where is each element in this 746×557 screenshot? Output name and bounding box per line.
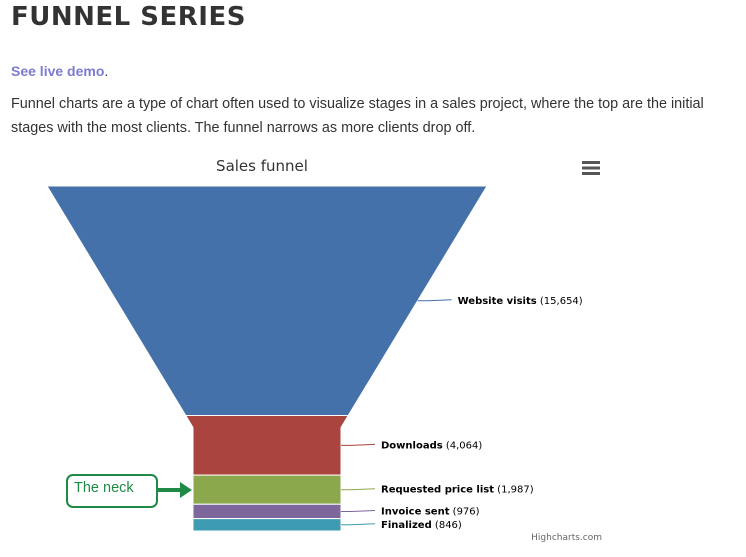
funnel-segment-1[interactable]: [184, 415, 350, 476]
description-text: Funnel charts are a type of chart often …: [11, 96, 704, 136]
see-live-demo-link[interactable]: See live demo: [11, 63, 104, 79]
funnel-connector-3: [341, 509, 376, 512]
funnel-label-1: Downloads (4,064): [381, 440, 482, 451]
highcharts-credits[interactable]: Highcharts.com: [531, 533, 602, 543]
funnel-label-3: Invoice sent (976): [381, 506, 480, 517]
neck-callout-label: The neck: [74, 480, 134, 496]
funnel-label-0: Website visits (15,654): [458, 296, 583, 307]
chart-title: Sales funnel: [216, 157, 308, 175]
demo-suffix: .: [104, 63, 109, 79]
funnel-label-4: Finalized (846): [381, 520, 462, 531]
funnel-segment-2[interactable]: [192, 474, 342, 505]
demo-line: See live demo.: [11, 63, 108, 79]
funnel-connector-1: [341, 443, 376, 446]
funnel-segment-3[interactable]: [192, 503, 342, 520]
funnel-connector-4: [341, 523, 376, 526]
neck-arrow-icon: [158, 482, 192, 498]
page-heading: FUNNEL SERIES: [11, 2, 246, 32]
funnel-segment-4[interactable]: [192, 518, 342, 532]
funnel-connector-2: [341, 488, 376, 491]
hamburger-menu-icon[interactable]: [578, 158, 604, 180]
funnel-connector-0: [417, 299, 452, 302]
funnel-label-2: Requested price list (1,987): [381, 485, 534, 496]
